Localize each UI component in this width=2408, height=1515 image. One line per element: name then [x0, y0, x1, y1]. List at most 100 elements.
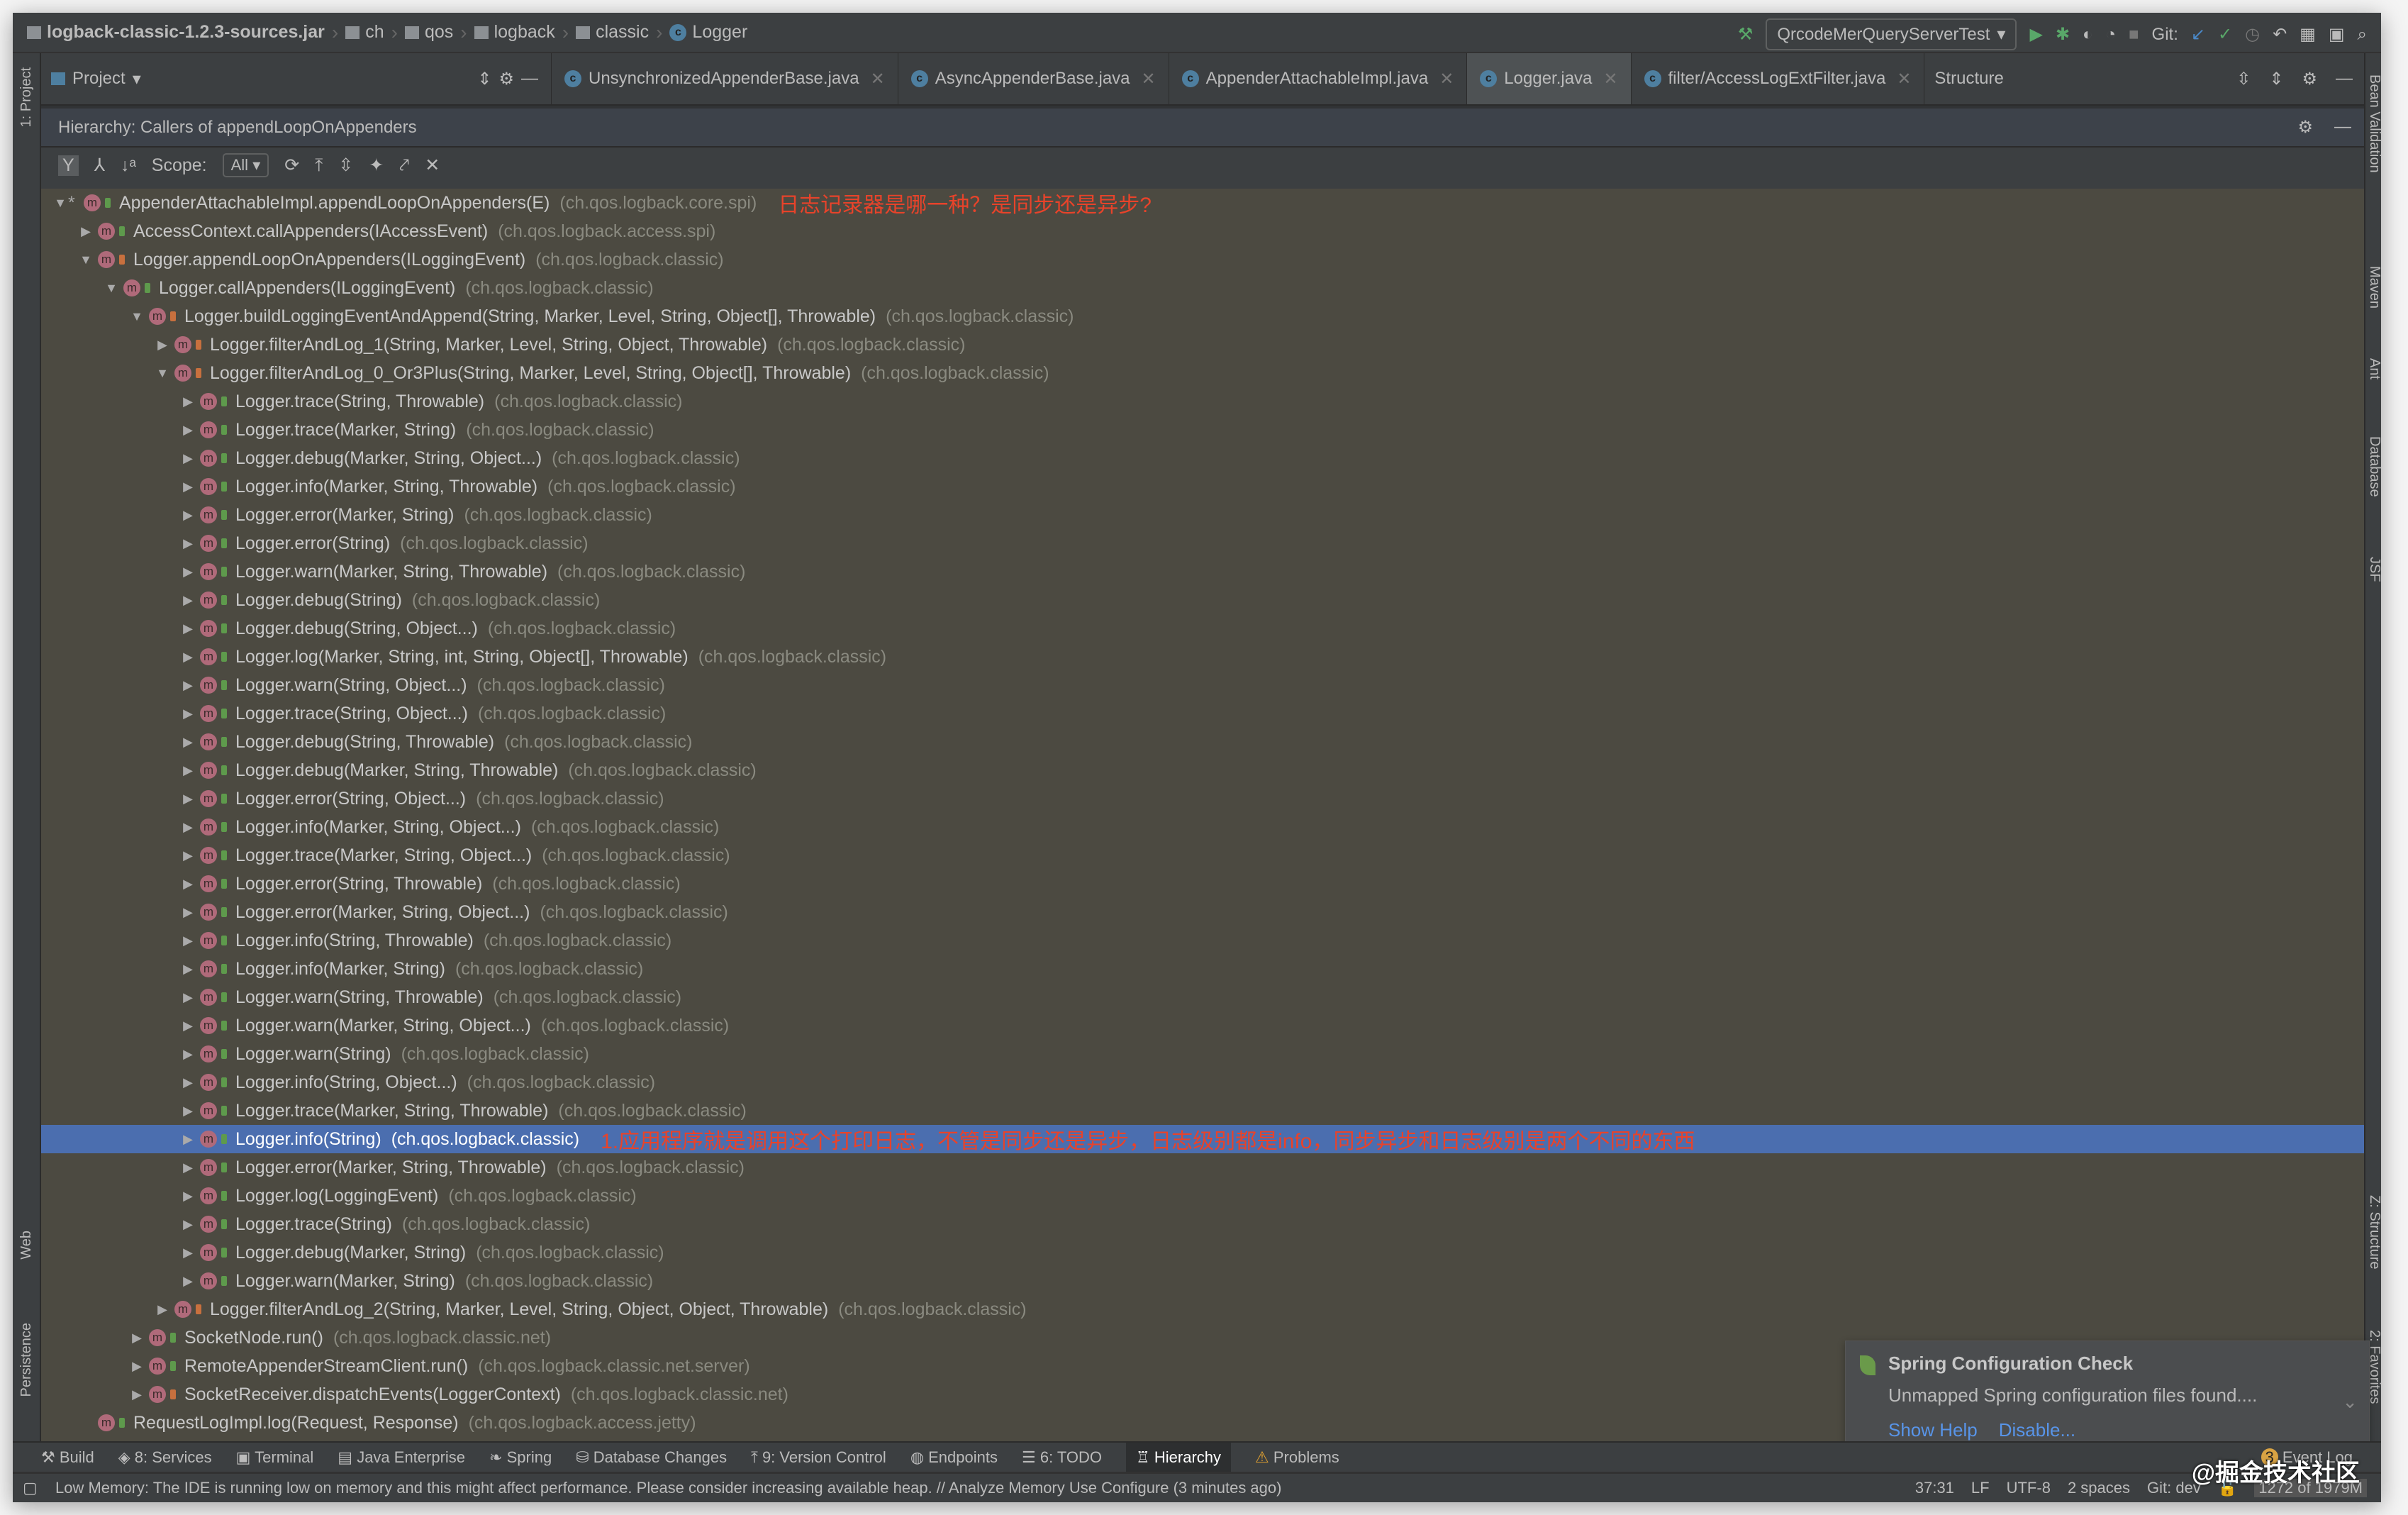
- indent-setting[interactable]: 2 spaces: [2068, 1479, 2130, 1497]
- expanded-arrow-icon[interactable]: ▼: [155, 366, 170, 381]
- collapsed-arrow-icon[interactable]: ▶: [180, 877, 196, 892]
- git-history-icon[interactable]: ◷: [2245, 24, 2260, 45]
- tree-row[interactable]: ▶ m Logger.trace(String) (ch.qos.logback.cl…: [41, 1210, 2364, 1238]
- caret-position[interactable]: 37:31: [1915, 1479, 1954, 1497]
- gear-icon[interactable]: ⚙: [2297, 117, 2313, 138]
- tree-row[interactable]: ▶ m Logger.info(Marker, String, Object...)…: [41, 813, 2364, 841]
- status-panel-icon[interactable]: ▢: [23, 1479, 38, 1497]
- editor-tab[interactable]: c UnsynchronizedAppenderBase.java ✕: [552, 53, 898, 104]
- tree-row[interactable]: ▶ m Logger.warn(String) (ch.qos.logback.cla…: [41, 1040, 2364, 1068]
- collapsed-arrow-icon[interactable]: ▶: [129, 1331, 145, 1345]
- run-config-select[interactable]: QrcodeMerQueryServerTest ▾: [1766, 18, 2017, 50]
- collapsed-arrow-icon[interactable]: ▶: [180, 1047, 196, 1062]
- collapsed-arrow-icon[interactable]: ▶: [180, 621, 196, 636]
- collapsed-arrow-icon[interactable]: ▶: [180, 905, 196, 920]
- close-tab-icon[interactable]: ✕: [1439, 69, 1454, 89]
- tool-window-maven[interactable]: Maven: [2366, 266, 2381, 309]
- collapse-all-icon[interactable]: ⇕: [477, 69, 491, 89]
- collapsed-arrow-icon[interactable]: ▶: [180, 508, 196, 523]
- tree-row[interactable]: ▶ m Logger.error(Marker, String, Object...…: [41, 898, 2364, 926]
- minimize-icon[interactable]: —: [2336, 69, 2353, 89]
- editor-tab[interactable]: c filter/AccessLogExtFilter.java ✕: [1631, 53, 1925, 104]
- tool-window-button[interactable]: ▤ Java Enterprise: [338, 1448, 465, 1467]
- collapsed-arrow-icon[interactable]: ▶: [180, 536, 196, 551]
- tree-row[interactable]: ▶ m Logger.info(String) (ch.qos.logback.cla…: [41, 1125, 2364, 1153]
- tool-window-button[interactable]: ◍ Endpoints: [910, 1448, 998, 1467]
- tool-window-button[interactable]: ♖ Hierarchy: [1126, 1442, 1232, 1472]
- tree-row[interactable]: ▶ m Logger.debug(Marker, String, Throwable…: [41, 756, 2364, 784]
- collapsed-arrow-icon[interactable]: ▶: [180, 735, 196, 750]
- tree-row[interactable]: ▶ m Logger.debug(Marker, String, Object...…: [41, 444, 2364, 472]
- collapsed-arrow-icon[interactable]: ▶: [180, 763, 196, 778]
- collapsed-arrow-icon[interactable]: ▶: [180, 1189, 196, 1204]
- expand-all-icon[interactable]: ⇳: [2236, 69, 2251, 89]
- tool-window-structure[interactable]: Z: Structure: [2366, 1195, 2381, 1269]
- collapsed-arrow-icon[interactable]: ▶: [180, 706, 196, 721]
- tool-window-button[interactable]: ⤒ 9: Version Control: [751, 1448, 886, 1467]
- tool-window-button[interactable]: ⚒ Build: [41, 1448, 94, 1467]
- tool-window-button[interactable]: ▣ Terminal: [236, 1448, 314, 1467]
- tree-row[interactable]: ▶ m Logger.error(String, Object...) (ch.qos…: [41, 784, 2364, 813]
- tree-row[interactable]: ▶ m Logger.error(Marker, String) (ch.qos.lo…: [41, 501, 2364, 529]
- run-icon[interactable]: ▶: [2029, 24, 2042, 45]
- tool-window-database[interactable]: Database: [2366, 436, 2381, 497]
- close-tab-icon[interactable]: ✕: [871, 69, 885, 89]
- editor-tab[interactable]: c AppenderAttachableImpl.java ✕: [1169, 53, 1468, 104]
- tree-row[interactable]: ▶ m Logger.filterAndLog_1(String, Marker, …: [41, 331, 2364, 359]
- expanded-arrow-icon[interactable]: ▼: [52, 196, 68, 211]
- tree-row[interactable]: ▶ m Logger.warn(String, Throwable) (ch.qos.…: [41, 983, 2364, 1011]
- collapsed-arrow-icon[interactable]: ▶: [180, 792, 196, 806]
- collapsed-arrow-icon[interactable]: ▶: [180, 1245, 196, 1260]
- call-hierarchy-tree[interactable]: ▼ * m AppenderAttachableImpl.appendLoopOnAp…: [41, 189, 2364, 1441]
- tree-row[interactable]: ▼ m Logger.callAppenders(ILoggingEvent) (ch…: [41, 274, 2364, 302]
- tool-window-project[interactable]: 1: Project: [18, 67, 35, 127]
- terminal-window-icon[interactable]: ▣: [2329, 24, 2345, 45]
- breadcrumb-item[interactable]: qos: [404, 22, 453, 43]
- collapsed-arrow-icon[interactable]: ▶: [180, 1132, 196, 1147]
- collapsed-arrow-icon[interactable]: ▶: [180, 990, 196, 1005]
- export-icon[interactable]: ⤒: [315, 155, 323, 176]
- collapsed-arrow-icon[interactable]: ▶: [180, 820, 196, 835]
- collapsed-arrow-icon[interactable]: ▶: [180, 848, 196, 863]
- close-tab-icon[interactable]: ✕: [1603, 69, 1617, 89]
- tree-row[interactable]: ▶ m Logger.warn(Marker, String, Object...)…: [41, 1011, 2364, 1040]
- collapsed-arrow-icon[interactable]: ▶: [129, 1387, 145, 1402]
- tree-row[interactable]: ▶ m Logger.error(Marker, String, Throwable…: [41, 1153, 2364, 1182]
- collapsed-arrow-icon[interactable]: ▶: [180, 1075, 196, 1090]
- collapsed-arrow-icon[interactable]: ▶: [180, 1104, 196, 1119]
- scope-select[interactable]: All ▾: [222, 153, 269, 177]
- project-panel-label[interactable]: Project: [72, 69, 126, 89]
- profile-icon[interactable]: ◔: [2106, 25, 2117, 45]
- collapse-all-icon[interactable]: ⇕: [2269, 69, 2283, 89]
- sort-alpha-icon[interactable]: ↓ᵃ: [121, 155, 136, 176]
- tree-row[interactable]: ▶ m Logger.debug(String, Object...) (ch.qos…: [41, 614, 2364, 643]
- editor-tab[interactable]: c Logger.java ✕: [1467, 53, 1632, 104]
- tree-row[interactable]: ▶ m Logger.warn(String, Object...) (ch.qos.…: [41, 671, 2364, 699]
- project-structure-icon[interactable]: ▦: [2300, 24, 2316, 45]
- tree-row[interactable]: ▶ m Logger.error(String, Throwable) (ch.qos…: [41, 870, 2364, 898]
- tool-window-ant[interactable]: Ant: [2366, 358, 2381, 379]
- tree-row[interactable]: ▶ m AccessContext.callAppenders(IAccessEve…: [41, 217, 2364, 245]
- gear-icon[interactable]: ⚙: [498, 69, 514, 89]
- tree-row[interactable]: ▶ m Logger.debug(String, Throwable) (ch.qos…: [41, 728, 2364, 756]
- tree-row[interactable]: ▶ m Logger.filterAndLog_2(String, Marker, …: [41, 1295, 2364, 1323]
- collapsed-arrow-icon[interactable]: ▶: [180, 593, 196, 608]
- tree-row[interactable]: ▼ m Logger.appendLoopOnAppenders(ILoggingE…: [41, 245, 2364, 274]
- tree-row[interactable]: ▶ m Logger.trace(Marker, String, Throwable…: [41, 1097, 2364, 1125]
- tree-row[interactable]: ▶ m Logger.info(String, Throwable) (ch.qos.…: [41, 926, 2364, 955]
- breadcrumb-item[interactable]: c Logger: [669, 22, 747, 43]
- tree-row[interactable]: ▶ m Logger.info(String, Object...) (ch.qos.…: [41, 1068, 2364, 1097]
- breadcrumb-item[interactable]: classic: [576, 22, 649, 43]
- collapsed-arrow-icon[interactable]: ▶: [180, 1160, 196, 1175]
- minimize-icon[interactable]: —: [521, 69, 538, 89]
- close-icon[interactable]: ✕: [425, 155, 440, 176]
- tool-window-button[interactable]: ◈ 8: Services: [118, 1448, 212, 1467]
- close-tab-icon[interactable]: ✕: [1897, 69, 1911, 89]
- tree-row[interactable]: ▶ m Logger.trace(Marker, String) (ch.qos.lo…: [41, 416, 2364, 444]
- tree-row[interactable]: ▶ m Logger.info(Marker, String) (ch.qos.log…: [41, 955, 2364, 983]
- tree-row[interactable]: ▶ m Logger.info(Marker, String, Throwable)…: [41, 472, 2364, 501]
- coverage-icon[interactable]: ◐: [2083, 25, 2093, 45]
- show-help-link[interactable]: Show Help: [1888, 1419, 1978, 1441]
- tree-row[interactable]: ▶ m Logger.log(Marker, String, int, String…: [41, 643, 2364, 671]
- breadcrumb-item[interactable]: logback: [474, 22, 555, 43]
